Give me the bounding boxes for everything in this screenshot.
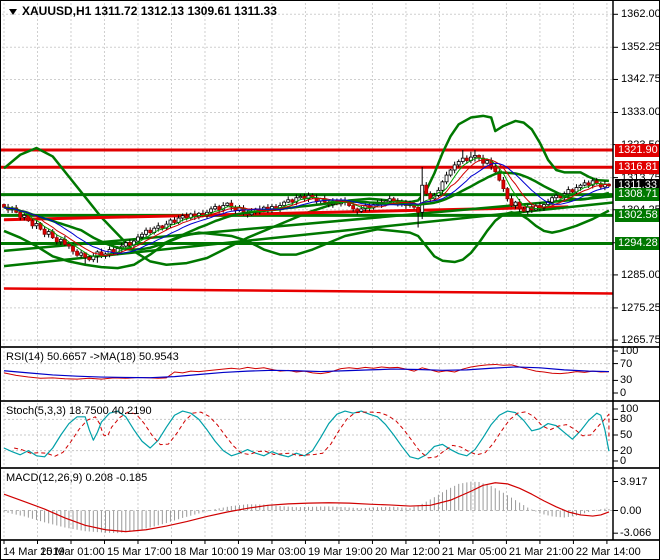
macd-layer: [3, 481, 610, 534]
time-axis-label: 19 Mar 03:00: [240, 546, 306, 558]
rsi-scale-label: 0: [620, 387, 627, 399]
time-axis-label: 21 Mar 05:00: [441, 546, 507, 558]
symbol-dropdown-icon[interactable]: [9, 9, 17, 15]
rsi-scale-label: 70: [620, 357, 633, 370]
macd-indicator-label: MACD(12,26,9) 0.208 -0.185: [6, 472, 148, 484]
macd-scale-label: 0.00: [620, 504, 642, 517]
grid-layer: [2, 3, 613, 540]
bands-layer: [3, 114, 610, 270]
time-axis-label: 19 Mar 19:00: [307, 546, 373, 558]
stoch-scale-label: 0: [620, 455, 627, 467]
macd-scale-label: 3.917: [620, 475, 648, 488]
price-line-label: 1316.81: [615, 160, 659, 174]
time-axis-label: 15 Mar 01:00: [39, 546, 105, 558]
stoch-scale-label: 80: [620, 413, 633, 426]
price-tick-label: 1362.00: [621, 8, 660, 21]
price-line-label: 1308.71: [615, 188, 659, 202]
price-tick-label: 1342.75: [621, 73, 660, 86]
price-tick-label: 1285.00: [621, 268, 660, 281]
time-axis-label: 22 Mar 14:00: [575, 546, 641, 558]
price-line-label: 1302.58: [615, 208, 659, 222]
chart-window: XAUUSD,H1 1311.72 1312.13 1309.61 1311.3…: [0, 0, 660, 560]
price-line-label: 1321.90: [615, 143, 659, 157]
time-axis-label: 15 Mar 17:00: [106, 546, 172, 558]
price-line-label: 1294.28: [615, 237, 659, 250]
rsi-scale-label: 100: [620, 345, 639, 357]
rsi-indicator-label: RSI(14) 50.6657 ->MA(18) 50.9543: [6, 351, 179, 363]
time-axis-label: 21 Mar 21:00: [508, 546, 574, 558]
symbol-quote-title: XAUUSD,H1 1311.72 1312.13 1309.61 1311.3…: [22, 4, 277, 18]
rsi-scale-label: 30: [620, 374, 633, 387]
rsi-layer: [3, 363, 609, 380]
stoch-layer: [3, 410, 610, 460]
price-tick-label: 1352.25: [621, 41, 660, 54]
time-axis-label: 20 Mar 12:00: [374, 546, 440, 558]
macd-scale-label: -3.066: [620, 527, 652, 540]
price-tick-label: 1275.25: [621, 301, 660, 314]
price-tick-label: 1333.00: [621, 106, 660, 119]
frame-layer: [1, 1, 659, 544]
stoch-indicator-label: Stoch(5,3,3) 18.7500 40.2190: [6, 405, 152, 417]
stoch-scale-label: 50: [620, 429, 633, 441]
time-axis-label: 18 Mar 10:00: [173, 546, 239, 558]
